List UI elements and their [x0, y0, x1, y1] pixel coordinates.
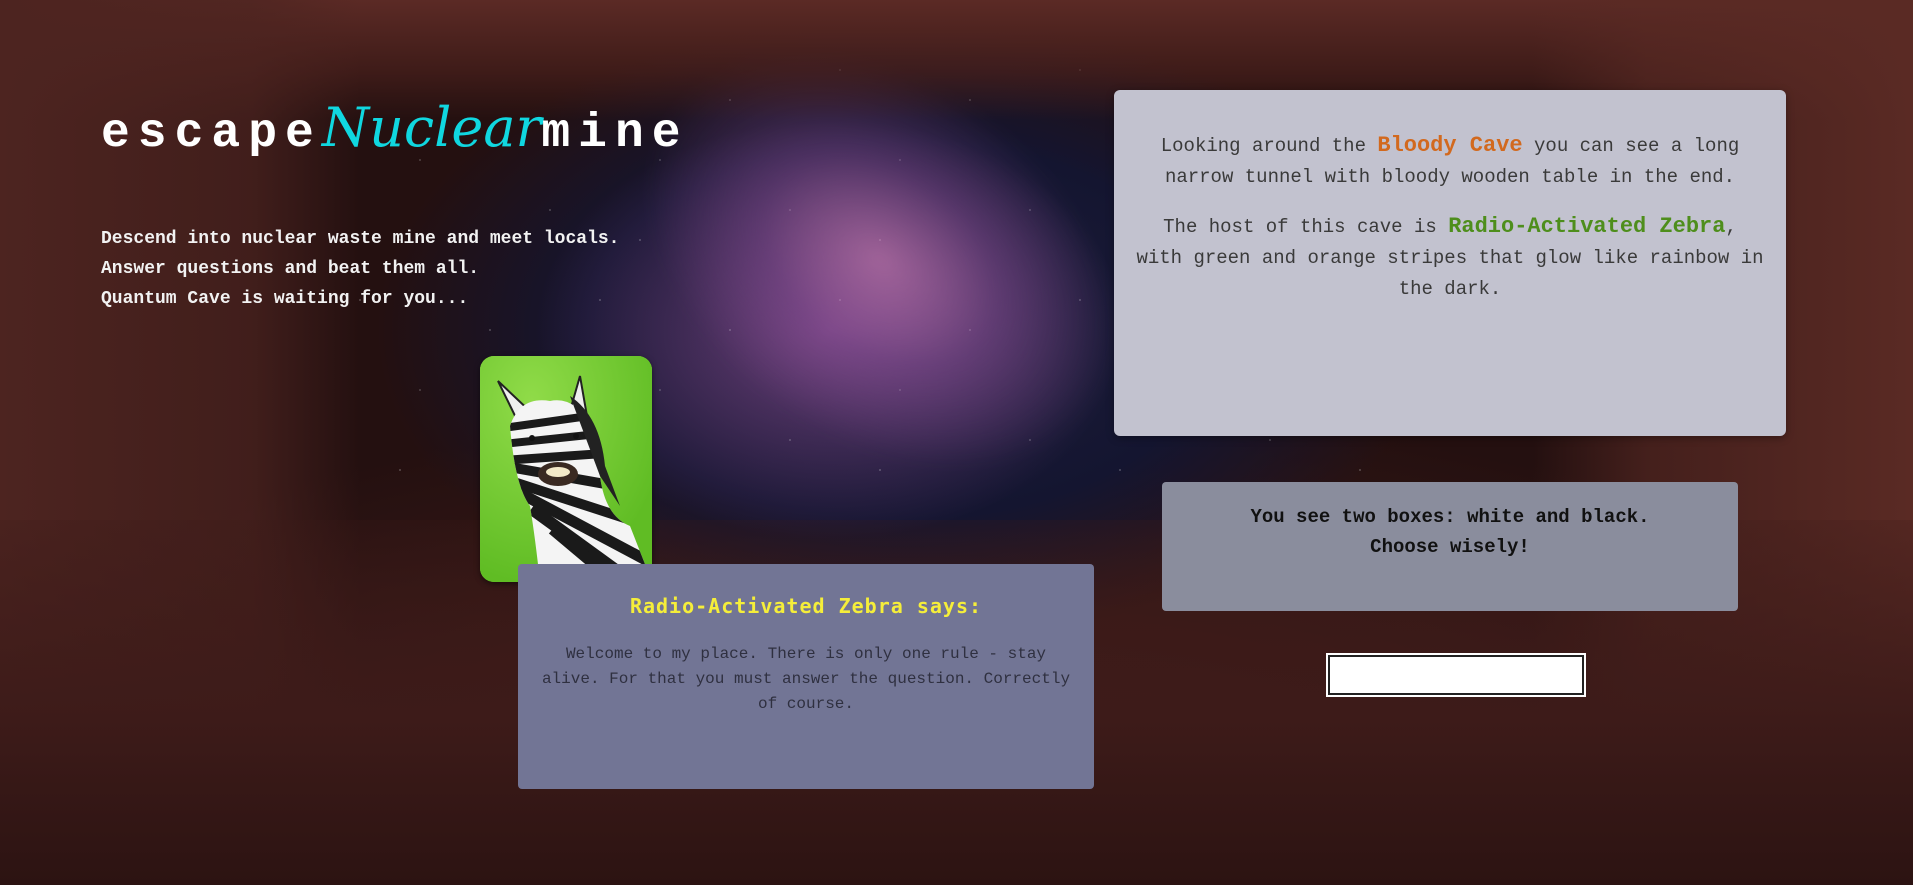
intro-line: Quantum Cave is waiting for you...	[101, 289, 469, 309]
zebra-image	[480, 356, 652, 582]
logo-accent: Nuclear	[321, 96, 542, 159]
question-line: You see two boxes: white and black.	[1250, 506, 1650, 528]
speech-text: Welcome to my place. There is only one r…	[541, 645, 1071, 713]
question-box: You see two boxes: white and black. Choo…	[1162, 482, 1738, 611]
intro-line: Answer questions and beat them all.	[101, 259, 480, 279]
logo-suffix: mine	[541, 107, 689, 161]
description-paragraph: Looking around the Bloody Cave you can s…	[1136, 130, 1764, 193]
zebra-avatar	[480, 356, 652, 582]
intro-line: Descend into nuclear waste mine and meet…	[101, 229, 620, 249]
speech-box: Radio-Activated Zebra says: Welcome to m…	[518, 564, 1094, 789]
site-logo: escapeNuclearmine	[101, 96, 689, 161]
question-line: Choose wisely!	[1370, 536, 1530, 558]
answer-input[interactable]	[1326, 653, 1586, 697]
description-text: Looking around the	[1160, 135, 1378, 157]
logo-prefix: escape	[101, 107, 322, 161]
description-paragraph: The host of this cave is Radio-Activated…	[1136, 211, 1764, 305]
intro-text: Descend into nuclear waste mine and meet…	[101, 224, 701, 314]
description-text: The host of this cave is	[1163, 216, 1449, 238]
speech-title: Radio-Activated Zebra says:	[629, 594, 983, 618]
cave-description-panel: Looking around the Bloody Cave you can s…	[1114, 90, 1786, 436]
host-name: Radio-Activated Zebra	[1448, 214, 1726, 239]
cave-name: Bloody Cave	[1377, 133, 1523, 158]
